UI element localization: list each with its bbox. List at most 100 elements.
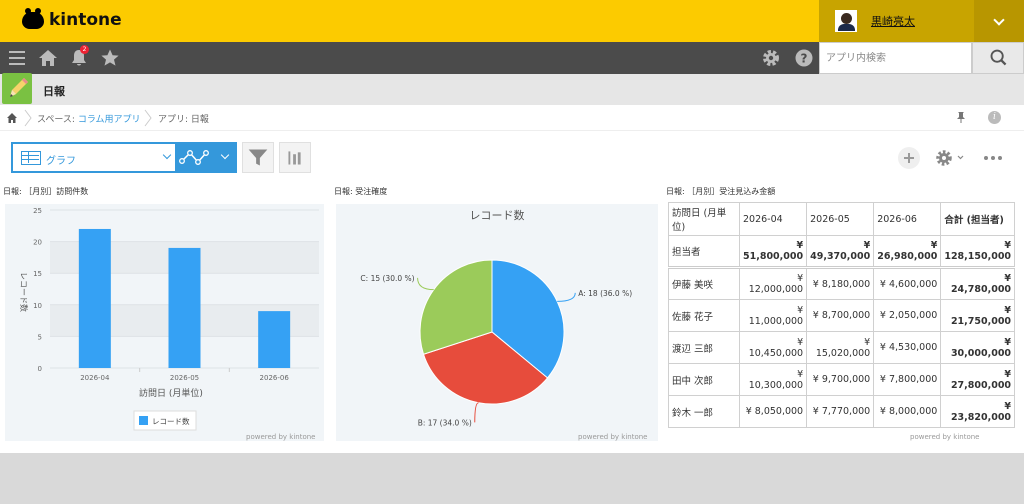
value-cell: ¥ 26,980,000 — [873, 235, 942, 268]
breadcrumb-separator-icon — [144, 109, 152, 127]
add-record-button[interactable] — [898, 147, 920, 169]
value-cell: ¥ 8,000,000 — [873, 395, 942, 428]
pie-leader-line — [417, 277, 434, 291]
app-title: 日報 — [43, 85, 65, 98]
settings-gear-icon[interactable] — [761, 48, 781, 68]
kintone-logo[interactable]: kintone — [22, 7, 122, 30]
pie-leader-line — [474, 402, 479, 423]
legend-label: レコード数 — [152, 416, 190, 426]
app-settings-gear-icon[interactable] — [934, 148, 966, 168]
app-pencil-icon — [2, 73, 32, 104]
graph-settings-button[interactable] — [279, 142, 311, 173]
powered-by-label: powered by kintone — [910, 433, 980, 441]
user-name[interactable]: 黒崎亮太 — [871, 13, 915, 29]
y-tick-label: 5 — [38, 333, 42, 341]
powered-by-label: powered by kintone — [246, 433, 316, 441]
table-grid-icon — [21, 151, 41, 165]
y-axis-label: レコード数 — [19, 272, 29, 312]
chevron-down-icon — [220, 150, 230, 160]
more-options-icon[interactable] — [984, 156, 1002, 160]
value-cell: ¥ 21,750,000 — [940, 299, 1016, 332]
pie-slice-label: C: 15 (30.0 %) — [360, 274, 414, 283]
table-row: 鈴木 一郎 ¥ 8,050,000 ¥ 7,770,000 ¥ 8,000,000 ¥ … — [668, 395, 1016, 428]
value-cell: ¥ 15,020,000 — [806, 331, 875, 364]
value-cell: ¥ 2,050,000 — [873, 299, 942, 332]
table-header-cell: 2026-05 — [806, 202, 875, 236]
app-search-input[interactable] — [820, 43, 971, 73]
menu-icon[interactable] — [7, 48, 27, 68]
help-icon[interactable]: ? — [794, 48, 814, 68]
y-tick-label: 15 — [33, 270, 42, 278]
value-cell: ¥ 9,700,000 — [806, 363, 875, 396]
x-tick-label: 2026-04 — [80, 374, 110, 382]
value-cell: ¥ 128,150,000 — [940, 235, 1016, 268]
breadcrumb-space-prefix: スペース: — [37, 115, 78, 125]
value-cell: ¥ 8,700,000 — [806, 299, 875, 332]
app-title-bar — [0, 74, 1024, 105]
svg-text:?: ? — [801, 52, 808, 66]
value-cell: ¥ 51,800,000 — [738, 235, 808, 268]
value-cell: ¥ 7,770,000 — [806, 395, 875, 428]
y-tick-label: 10 — [33, 302, 42, 310]
value-cell: ¥ 49,370,000 — [806, 235, 875, 268]
pie-chart-panel: レコード数 A: 18 (36.0 %) B: 17 (34.0 %) C: 15 … — [336, 204, 658, 441]
favorites-star-icon[interactable] — [100, 48, 120, 68]
breadcrumb-space-link[interactable]: コラム用アプリ — [78, 115, 141, 125]
user-menu[interactable]: 黒崎亮太 — [819, 0, 974, 42]
bar-chart-panel: 0 5 10 15 20 25 2026-04 2026-05 2026-06 訪問日 (月単… — [5, 204, 324, 441]
chevron-down-icon — [162, 150, 172, 160]
bar-chart-icon — [288, 151, 301, 165]
value-cell: ¥ 8,050,000 — [738, 395, 808, 428]
table-header-cell: 2026-04 — [738, 202, 808, 236]
page-footer — [0, 453, 1024, 504]
search-button[interactable] — [972, 42, 1024, 74]
kintone-logo-icon — [22, 7, 44, 29]
table-row: 田中 次郎 ¥ 10,300,000 ¥ 9,700,000 ¥ 7,800,000 ¥… — [668, 363, 1016, 396]
row-label-cell: 田中 次郎 — [668, 363, 740, 396]
table-row: 渡辺 三郎 ¥ 10,450,000 ¥ 15,020,000 ¥ 4,530,000… — [668, 331, 1016, 364]
value-cell: ¥ 4,530,000 — [873, 331, 942, 364]
table-title: 日報: ［月別］受注見込み金額 — [666, 187, 776, 196]
value-cell: ¥ 8,180,000 — [806, 266, 875, 300]
y-tick-label: 20 — [33, 239, 42, 247]
row-label-cell: 担当者 — [668, 235, 740, 268]
user-dropdown-button[interactable] — [974, 0, 1024, 42]
pie-chart-title: 日報: 受注確度 — [334, 187, 388, 196]
breadcrumb-app: アプリ: 日報 — [158, 115, 209, 125]
row-label-cell: 鈴木 一郎 — [668, 395, 740, 428]
value-cell: ¥ 24,780,000 — [940, 266, 1016, 300]
pie-chart: レコード数 A: 18 (36.0 %) B: 17 (34.0 %) C: 15 … — [360, 209, 632, 427]
row-label-cell: 佐藤 花子 — [668, 299, 740, 332]
bar[interactable] — [168, 247, 201, 368]
value-cell: ¥ 27,800,000 — [940, 363, 1016, 396]
x-tick-label: 2026-05 — [170, 374, 199, 382]
chart-type-button[interactable] — [176, 142, 237, 173]
value-cell: ¥ 10,450,000 — [738, 331, 808, 364]
avatar — [835, 10, 857, 32]
logo-text: kintone — [49, 10, 122, 30]
breadcrumb-home-icon[interactable] — [6, 112, 18, 124]
pin-icon[interactable] — [955, 111, 967, 124]
line-chart-icon — [179, 150, 209, 165]
info-icon[interactable]: i — [988, 111, 1001, 124]
table-header-cell: 合計 (担当者) — [940, 202, 1016, 236]
value-cell: ¥ 10,300,000 — [738, 363, 808, 396]
row-label-cell: 伊藤 美咲 — [668, 266, 740, 300]
table-row: 伊藤 美咲 ¥ 12,000,000 ¥ 8,180,000 ¥ 4,600,000 ¥… — [668, 266, 1016, 300]
search-icon — [990, 49, 1007, 66]
bar[interactable] — [258, 311, 291, 368]
breadcrumb-separator-icon — [24, 109, 32, 127]
table-header-cell: 2026-06 — [873, 202, 942, 236]
view-selector[interactable]: グラフ — [11, 142, 177, 173]
home-icon[interactable] — [38, 48, 58, 68]
bar-chart-title: 日報: ［月別］訪問件数 — [3, 187, 89, 196]
value-cell: ¥ 4,600,000 — [873, 266, 942, 300]
bar[interactable] — [78, 228, 111, 368]
filter-button[interactable] — [242, 142, 274, 173]
x-tick-label: 2026-06 — [260, 374, 290, 382]
value-cell: ¥ 7,800,000 — [873, 363, 942, 396]
breadcrumb — [0, 105, 1024, 131]
pie-leader-line — [557, 292, 576, 302]
breadcrumb-space[interactable]: スペース: コラム用アプリ — [37, 112, 141, 125]
pie-slice-label: B: 17 (34.0 %) — [418, 418, 472, 427]
